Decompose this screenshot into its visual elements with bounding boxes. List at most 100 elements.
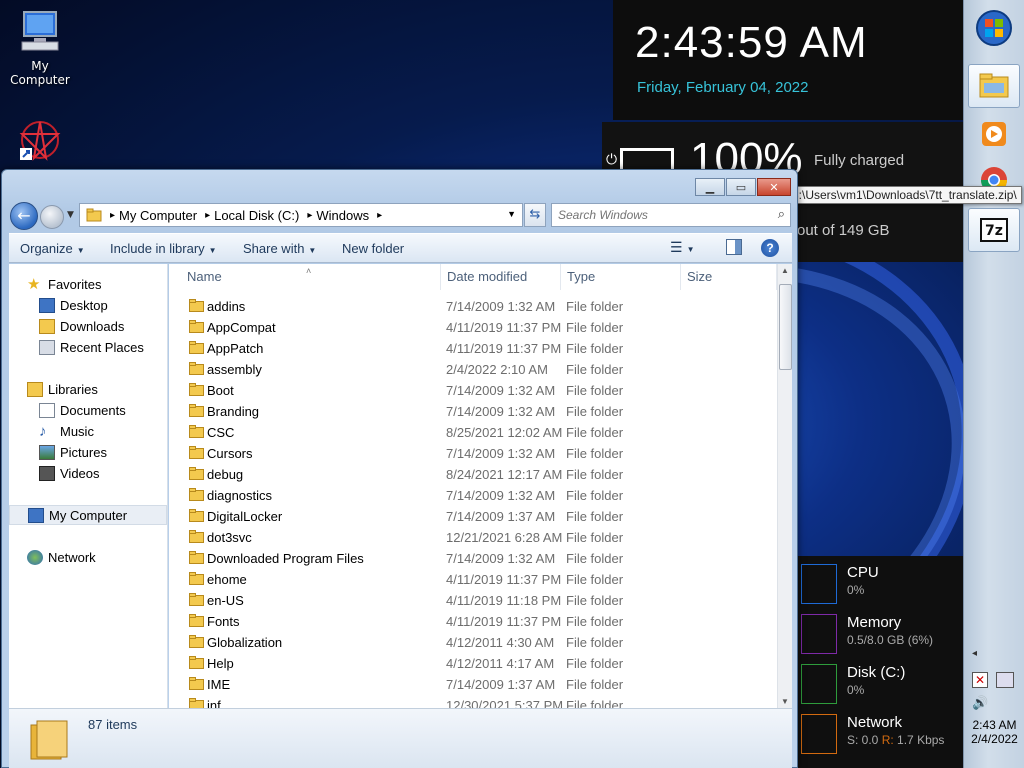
folder-icon: [189, 698, 204, 708]
taskbar-explorer[interactable]: [968, 64, 1020, 108]
table-row[interactable]: AppPatch 4/11/2019 11:37 PM File folder: [169, 338, 775, 359]
file-date: 2/4/2022 2:10 AM: [446, 362, 548, 377]
recent-places-icon: [39, 339, 55, 355]
folder-icon: [86, 208, 102, 222]
table-row[interactable]: AppCompat 4/11/2019 11:37 PM File folder: [169, 317, 775, 338]
nav-videos[interactable]: Videos: [9, 463, 167, 483]
desktop-icon-app-shortcut[interactable]: [0, 118, 80, 169]
action-center-icon[interactable]: ✕: [972, 672, 988, 688]
recent-pages-dropdown-icon[interactable]: ▼: [67, 210, 74, 220]
table-row[interactable]: en-US 4/11/2019 11:18 PM File folder: [169, 590, 775, 611]
file-type: File folder: [566, 362, 624, 377]
nav-favorites[interactable]: ★ Favorites: [9, 274, 167, 294]
scroll-up-icon[interactable]: ▲: [781, 266, 789, 275]
tray-clock[interactable]: 2:43 AM 2/4/2022: [964, 718, 1024, 746]
table-row[interactable]: Help 4/12/2011 4:17 AM File folder: [169, 653, 775, 674]
address-dropdown-icon[interactable]: ▼: [507, 209, 516, 219]
forward-button[interactable]: [40, 205, 64, 229]
help-icon[interactable]: ?: [761, 239, 779, 257]
file-name: Cursors: [207, 446, 253, 461]
nav-recent-places[interactable]: Recent Places: [9, 337, 167, 357]
table-row[interactable]: CSC 8/25/2021 12:02 AM File folder: [169, 422, 775, 443]
include-label: Include in library: [110, 241, 205, 256]
taskbar-7zip[interactable]: 7z: [968, 208, 1020, 252]
nav-network[interactable]: Network: [9, 547, 167, 567]
vertical-scrollbar[interactable]: ▲ ▼: [777, 264, 792, 708]
start-button[interactable]: [968, 6, 1020, 50]
column-header-date[interactable]: Date modified: [441, 264, 561, 290]
organize-button[interactable]: Organize ▼: [20, 241, 85, 256]
close-button[interactable]: ✕: [757, 178, 791, 196]
column-header-type[interactable]: Type: [561, 264, 681, 290]
nav-documents[interactable]: Documents: [9, 400, 167, 420]
table-row[interactable]: diagnostics 7/14/2009 1:32 AM File folder: [169, 485, 775, 506]
navigation-pane: ★ Favorites Desktop Downloads Recent Pla…: [9, 264, 168, 708]
nav-my-computer[interactable]: My Computer: [9, 505, 167, 525]
file-type: File folder: [566, 698, 624, 708]
libraries-icon: [27, 381, 43, 397]
refresh-button[interactable]: ⇆: [524, 203, 546, 227]
folder-icon: [189, 656, 204, 669]
volume-icon[interactable]: 🔊: [972, 696, 988, 711]
table-row[interactable]: Branding 7/14/2009 1:32 AM File folder: [169, 401, 775, 422]
file-date: 4/12/2011 4:17 AM: [446, 656, 555, 671]
breadcrumb-separator[interactable]: ▸: [110, 210, 115, 221]
share-with-button[interactable]: Share with ▼: [243, 241, 316, 256]
table-row[interactable]: Fonts 4/11/2019 11:37 PM File folder: [169, 611, 775, 632]
include-in-library-button[interactable]: Include in library ▼: [110, 241, 217, 256]
desktop-icon-my-computer[interactable]: My Computer: [0, 8, 80, 87]
search-input[interactable]: [556, 205, 766, 225]
table-row[interactable]: Downloaded Program Files 7/14/2009 1:32 A…: [169, 548, 775, 569]
breadcrumb-local-disk[interactable]: Local Disk (C:): [214, 208, 299, 223]
table-row[interactable]: DigitalLocker 7/14/2009 1:37 AM File folde…: [169, 506, 775, 527]
file-name: DigitalLocker: [207, 509, 283, 524]
maximize-button[interactable]: ▭: [726, 178, 756, 196]
file-date: 8/24/2021 12:17 AM: [446, 467, 563, 482]
back-button[interactable]: ←: [10, 202, 38, 230]
table-row[interactable]: inf 12/30/2021 5:37 PM File folder: [169, 695, 775, 708]
explorer-window: ▁ ▭ ✕ ← ▼ ▸ My Computer ▸ Local Disk (C:…: [1, 169, 798, 768]
table-row[interactable]: Globalization 4/12/2011 4:30 AM File folde…: [169, 632, 775, 653]
chevron-down-icon: ▼: [686, 245, 695, 254]
tray-expand-icon[interactable]: ◂: [972, 648, 977, 659]
breadcrumb-separator[interactable]: ▸: [205, 210, 210, 221]
breadcrumb-windows[interactable]: Windows: [316, 208, 369, 223]
taskbar-media-player[interactable]: [968, 112, 1020, 156]
svg-text:7z: 7z: [985, 223, 1003, 239]
table-row[interactable]: IME 7/14/2009 1:37 AM File folder: [169, 674, 775, 695]
address-bar[interactable]: ▸ My Computer ▸ Local Disk (C:) ▸ Window…: [79, 203, 523, 227]
nav-pictures[interactable]: Pictures: [9, 442, 167, 462]
nav-desktop[interactable]: Desktop: [9, 295, 167, 315]
breadcrumb-separator[interactable]: ▸: [307, 210, 312, 221]
column-header-size[interactable]: Size: [681, 264, 777, 290]
preview-pane-button[interactable]: [726, 239, 742, 255]
table-row[interactable]: ehome 4/11/2019 11:37 PM File folder: [169, 569, 775, 590]
minimize-button[interactable]: ▁: [695, 178, 725, 196]
table-row[interactable]: dot3svc 12/21/2021 6:28 AM File folder: [169, 527, 775, 548]
scroll-down-icon[interactable]: ▼: [781, 697, 789, 706]
documents-icon: [39, 402, 55, 418]
my-computer-icon: [21, 11, 59, 51]
nav-music[interactable]: ♪ Music: [9, 421, 167, 441]
network-tray-icon[interactable]: [996, 672, 1014, 688]
file-type: File folder: [566, 572, 624, 587]
change-view-button[interactable]: ☰ ▼: [670, 239, 694, 256]
file-type: File folder: [566, 404, 624, 419]
column-header-name[interactable]: Name ˄: [169, 264, 441, 290]
table-row[interactable]: addins 7/14/2009 1:32 AM File folder: [169, 296, 775, 317]
table-row[interactable]: debug 8/24/2021 12:17 AM File folder: [169, 464, 775, 485]
nav-downloads[interactable]: Downloads: [9, 316, 167, 336]
search-box[interactable]: ⌕: [551, 203, 791, 227]
table-row[interactable]: Boot 7/14/2009 1:32 AM File folder: [169, 380, 775, 401]
taskbar: 7z ◂ ✕ 🔊 2:43 AM 2/4/2022: [963, 0, 1024, 768]
table-row[interactable]: Cursors 7/14/2009 1:32 AM File folder: [169, 443, 775, 464]
breadcrumb-separator[interactable]: ▸: [377, 210, 382, 221]
file-type: File folder: [566, 341, 624, 356]
table-row[interactable]: assembly 2/4/2022 2:10 AM File folder: [169, 359, 775, 380]
scroll-thumb[interactable]: [779, 284, 792, 370]
desktop-icon-label: My Computer: [10, 59, 70, 87]
nav-libraries[interactable]: Libraries: [9, 379, 167, 399]
new-folder-button[interactable]: New folder: [342, 241, 404, 256]
file-type: File folder: [566, 383, 624, 398]
breadcrumb-my-computer[interactable]: My Computer: [119, 208, 197, 223]
